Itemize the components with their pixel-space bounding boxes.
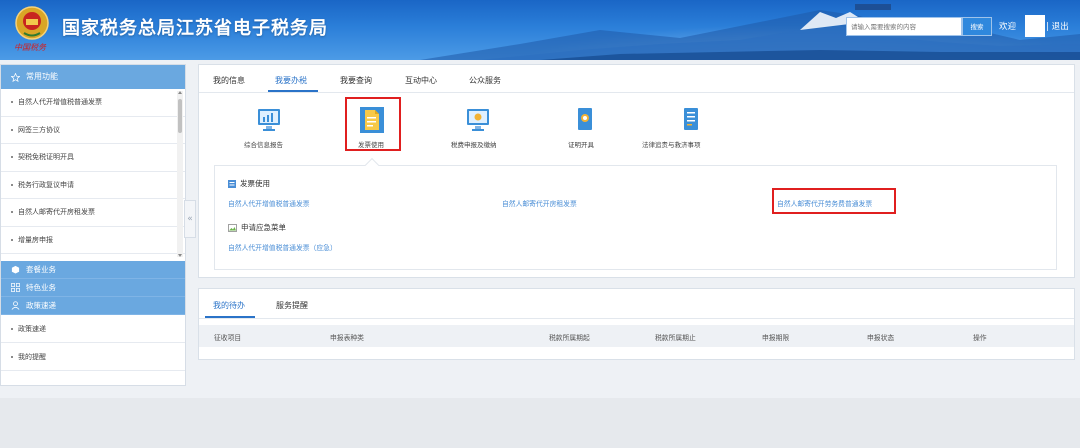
scroll-down-icon[interactable] xyxy=(178,254,182,257)
tab-query[interactable]: 我要查询 xyxy=(340,75,372,86)
section-title: 申请应急菜单 xyxy=(228,222,286,233)
sidebar-item[interactable]: 税务行政复议申请 xyxy=(1,172,185,199)
tab-public-service[interactable]: 公众服务 xyxy=(469,75,501,86)
emergency-link[interactable]: 自然人代开增值税普通发票（应急） xyxy=(228,242,337,252)
sidebar-item[interactable]: 增量房申报 xyxy=(1,227,185,254)
scroll-thumb[interactable] xyxy=(178,99,182,133)
sidebar-item-label: 我的提醒 xyxy=(18,353,46,361)
column-header: 申报期限 xyxy=(762,334,790,342)
column-header: 申报状态 xyxy=(867,334,895,342)
sidebar-item[interactable]: 自然人代开增值税普通发票 xyxy=(1,89,185,117)
invoice-sub-panel: 发票使用 自然人代开增值税普通发票 自然人邮寄代开房租发票 自然人邮寄代开劳务费… xyxy=(214,165,1057,270)
star-icon xyxy=(11,72,20,82)
sidebar-item-label: 自然人邮寄代开房租发票 xyxy=(18,208,95,216)
sidebar-group-featured[interactable]: 特色业务 xyxy=(1,279,185,297)
tab-tax-handling[interactable]: 我要办税 xyxy=(275,75,307,86)
search-button[interactable]: 搜索 xyxy=(962,17,992,36)
function-label[interactable]: 综合信息报告 xyxy=(244,139,283,149)
sidebar-group-label: 套餐业务 xyxy=(26,264,56,274)
function-label[interactable]: 税费申报及缴纳 xyxy=(451,139,497,149)
bullet-icon xyxy=(11,183,13,186)
section-title-text: 发票使用 xyxy=(240,179,270,188)
sidebar-item-label: 政策速递 xyxy=(18,325,46,333)
brand-script: 中国税务 xyxy=(14,43,46,52)
person-icon xyxy=(11,301,20,310)
bullet-icon xyxy=(11,356,13,358)
section-title: 发票使用 xyxy=(228,178,270,189)
certificate-icon[interactable] xyxy=(573,107,597,133)
sidebar-item-label: 自然人代开增值税普通发票 xyxy=(18,98,102,106)
sidebar-item[interactable]: 我的提醒 xyxy=(1,343,185,371)
sidebar-item-label: 税务行政复议申请 xyxy=(18,180,74,189)
sidebar-group-package[interactable]: 套餐业务 xyxy=(1,261,185,279)
sidebar-group-policy[interactable]: 政策速递 xyxy=(1,297,185,315)
site-title: 国家税务总局江苏省电子税务局 xyxy=(62,18,328,39)
sidebar-item-label: 网签三方协议 xyxy=(18,125,60,134)
scroll-up-icon[interactable] xyxy=(178,91,182,94)
column-header: 税款所属期起 xyxy=(549,334,590,342)
column-header: 操作 xyxy=(973,334,987,342)
sidebar-collapse-icon[interactable]: « xyxy=(184,200,196,238)
bullet-icon xyxy=(11,328,13,330)
todo-panel: 我的待办 服务提醒 征收项目 申报表种类 税款所属期起 税款所属期止 申报期限 … xyxy=(198,288,1075,360)
broken-image-icon xyxy=(228,223,237,232)
bullet-icon xyxy=(11,211,13,213)
site-header: 中国税务 国家税务总局江苏省电子税务局 搜索 欢迎 | 退出 xyxy=(0,0,1080,60)
tab-my-todo[interactable]: 我的待办 xyxy=(213,300,245,311)
column-header: 征收项目 xyxy=(214,334,242,342)
user-name-box[interactable] xyxy=(1025,15,1045,37)
highlight-box xyxy=(772,188,896,214)
sidebar-item-label: 契税免税证明开具 xyxy=(18,153,74,161)
tab-service-reminder[interactable]: 服务提醒 xyxy=(276,300,308,311)
bullet-icon xyxy=(11,238,13,241)
todo-tabs: 我的待办 服务提醒 xyxy=(199,289,1074,319)
sidebar-scrollbar[interactable] xyxy=(177,91,183,257)
sidebar-item[interactable]: 网签三方协议 xyxy=(1,117,185,144)
bullet-icon xyxy=(11,156,13,158)
section-title-text: 申请应急菜单 xyxy=(241,223,286,232)
active-tab-indicator xyxy=(205,316,255,318)
service-panel: 我的信息 我要办税 我要查询 互动中心 公众服务 综合信息报告 发票使用 税费申… xyxy=(198,64,1075,278)
tab-my-info[interactable]: 我的信息 xyxy=(213,75,245,86)
favorites-list: 自然人代开增值税普通发票 网签三方协议 契税免税证明开具 税务行政复议申请 自然… xyxy=(1,89,185,261)
grid-icon xyxy=(11,283,20,292)
welcome-text: 欢迎 xyxy=(999,22,1017,32)
footer-band xyxy=(0,398,1080,448)
sidebar-group-label: 特色业务 xyxy=(26,282,56,292)
sidebar-item[interactable]: 自然人邮寄代开房租发票 xyxy=(1,199,185,227)
tab-interaction[interactable]: 互动中心 xyxy=(405,75,437,86)
sidebar-item[interactable]: 契税免税证明开具 xyxy=(1,144,185,172)
main-tabs: 我的信息 我要办税 我要查询 互动中心 公众服务 xyxy=(199,65,1074,93)
highlight-box xyxy=(345,97,401,151)
sidebar: 常用功能 自然人代开增值税普通发票 网签三方协议 契税免税证明开具 税务行政复议… xyxy=(0,64,186,386)
list-icon xyxy=(228,179,236,188)
bullet-icon xyxy=(11,128,13,131)
report-icon[interactable] xyxy=(257,107,281,133)
invoice-link[interactable]: 自然人代开增值税普通发票 xyxy=(228,198,310,208)
function-label[interactable]: 证明开具 xyxy=(568,139,594,149)
column-header: 税款所属期止 xyxy=(655,334,696,342)
search-input[interactable] xyxy=(846,17,962,36)
sidebar-header-label: 常用功能 xyxy=(26,72,58,81)
sidebar-group-label: 政策速递 xyxy=(26,300,56,310)
package-icon xyxy=(11,265,20,274)
declare-icon[interactable] xyxy=(466,107,490,133)
function-label[interactable]: 法律追责与救济事项 xyxy=(642,139,701,149)
legal-icon[interactable] xyxy=(679,107,703,133)
sidebar-header[interactable]: 常用功能 xyxy=(1,65,185,89)
sidebar-item-label: 增量房申报 xyxy=(18,235,53,244)
sidebar-item[interactable]: 政策速递 xyxy=(1,315,185,343)
active-tab-indicator xyxy=(268,90,318,92)
invoice-link[interactable]: 自然人邮寄代开房租发票 xyxy=(502,198,577,208)
tax-emblem-icon xyxy=(15,6,49,40)
table-header: 征收项目 申报表种类 税款所属期起 税款所属期止 申报期限 申报状态 操作 xyxy=(199,325,1074,347)
column-header: 申报表种类 xyxy=(330,334,364,342)
bullet-icon xyxy=(11,101,13,103)
logout-link[interactable]: | 退出 xyxy=(1046,20,1069,32)
